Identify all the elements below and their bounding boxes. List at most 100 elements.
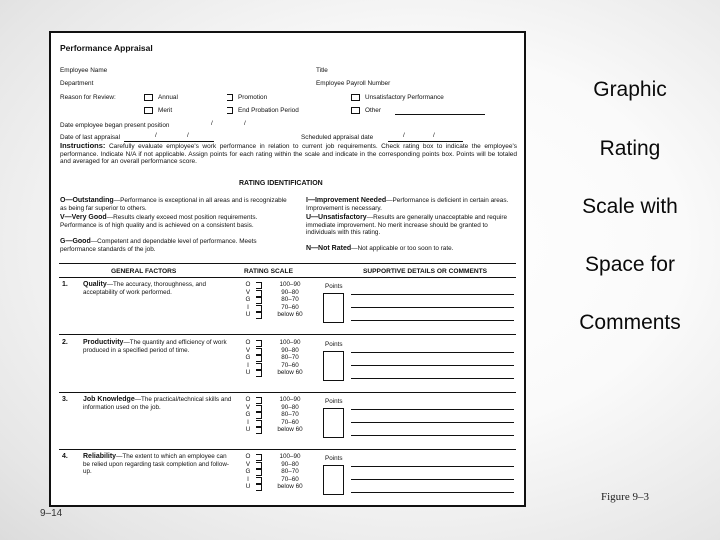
rating-desc: —Not applicable or too soon to rate.: [351, 245, 454, 252]
col-general-factors: GENERAL FACTORS: [111, 268, 177, 275]
checkbox-icon[interactable]: [144, 94, 153, 101]
rating-scale: O 100–90 V 90–80 G 80–70 I 70–60 Ubelow 60: [244, 339, 324, 378]
checkbox-icon[interactable]: [227, 94, 233, 101]
rating-option[interactable]: Ubelow 60: [244, 369, 324, 378]
reason-promotion[interactable]: Promotion: [227, 94, 267, 102]
comment-line[interactable]: [351, 294, 514, 295]
side-title-line: Space for: [585, 253, 675, 276]
rating-range: below 60: [277, 369, 303, 377]
rating-option[interactable]: G 80–70: [244, 468, 324, 477]
rating-scale: O 100–90 V 90–80 G 80–70 I 70–60 Ubelow 60: [244, 453, 324, 492]
reason-annual[interactable]: Annual: [144, 94, 178, 102]
other-input-line[interactable]: [395, 114, 485, 115]
reason-label: Other: [365, 107, 381, 115]
payroll-number-label: Employee Payroll Number: [316, 80, 391, 87]
rating-def-not-rated: N—Not Rated—Not applicable or too soon t…: [306, 245, 518, 253]
points-label: Points: [325, 283, 343, 290]
instructions-text: Carefully evaluate employee's work perfo…: [60, 143, 517, 166]
rating-option[interactable]: I 70–60: [244, 362, 324, 370]
rating-option[interactable]: I 70–60: [244, 476, 324, 484]
factor-name: Job Knowledge: [83, 396, 135, 403]
rating-option[interactable]: O 100–90: [244, 339, 324, 347]
rating-option[interactable]: G 80–70: [244, 354, 324, 363]
comment-line[interactable]: [351, 435, 514, 436]
rating-letter: V: [245, 403, 251, 411]
reason-unsatisfactory[interactable]: Unsatisfactory Performance: [351, 94, 444, 102]
points-input-box[interactable]: [323, 293, 344, 323]
rating-range: 100–90: [279, 281, 301, 288]
rating-option[interactable]: Ubelow 60: [244, 426, 324, 435]
reason-label: Unsatisfactory Performance: [365, 94, 444, 102]
rating-option[interactable]: V 90–80: [244, 347, 324, 355]
comment-line[interactable]: [351, 422, 514, 423]
points-input-box[interactable]: [323, 408, 344, 438]
factor-description: Job Knowledge—The practical/technical sk…: [83, 396, 233, 411]
rating-range: below 60: [277, 311, 303, 319]
factor-number: 2.: [62, 339, 68, 346]
rating-range: 100–90: [279, 396, 301, 403]
side-title-line: Rating: [599, 137, 661, 160]
rating-range: 80–70: [281, 296, 299, 304]
comment-line[interactable]: [351, 378, 514, 379]
divider: [59, 392, 516, 393]
instructions-label: Instructions:: [60, 141, 106, 150]
reason-label: End Probation Period: [238, 107, 299, 115]
checkbox-icon[interactable]: [144, 107, 153, 114]
rating-option[interactable]: Ubelow 60: [244, 483, 324, 492]
reason-end-probation[interactable]: End Probation Period: [227, 107, 299, 115]
rating-checkbox-icon[interactable]: [256, 370, 262, 378]
rating-option[interactable]: V 90–80: [244, 289, 324, 297]
rating-letter: O: [245, 453, 251, 460]
comment-line[interactable]: [351, 320, 514, 321]
rating-letter: I: [247, 418, 249, 426]
date-sep: /: [433, 132, 435, 139]
rating-option[interactable]: G 80–70: [244, 296, 324, 305]
rating-range: below 60: [277, 483, 303, 491]
rating-range: 80–70: [281, 468, 299, 476]
rating-option[interactable]: Ubelow 60: [244, 311, 324, 320]
checkbox-icon[interactable]: [351, 94, 360, 101]
rating-checkbox-icon[interactable]: [256, 484, 262, 492]
comment-line[interactable]: [351, 479, 514, 480]
comment-line[interactable]: [351, 466, 514, 467]
rating-option[interactable]: O 100–90: [244, 453, 324, 461]
rating-key: U—Unsatisfactory: [306, 214, 367, 221]
rating-option[interactable]: O 100–90: [244, 281, 324, 289]
checkbox-icon[interactable]: [351, 107, 360, 114]
comment-line[interactable]: [351, 492, 514, 493]
rating-range: 100–90: [279, 339, 301, 346]
rating-option[interactable]: I 70–60: [244, 419, 324, 427]
points-input-box[interactable]: [323, 351, 344, 381]
comment-line[interactable]: [351, 365, 514, 366]
comment-line[interactable]: [351, 352, 514, 353]
rating-letter: O: [245, 281, 251, 288]
rating-letter: V: [245, 346, 251, 354]
rating-letter: G: [245, 468, 251, 476]
rating-def-good: G—Good—Competent and dependable level of…: [60, 238, 292, 253]
rating-checkbox-icon[interactable]: [256, 312, 262, 320]
factor-description: Quality—The accuracy, thoroughness, and …: [83, 281, 233, 296]
reason-other[interactable]: Other: [351, 107, 381, 115]
rating-checkbox-icon[interactable]: [256, 427, 262, 435]
rating-range: 70–60: [281, 418, 299, 426]
rating-def-improvement: I—Improvement Needed—Performance is defi…: [306, 197, 518, 212]
rating-option[interactable]: V 90–80: [244, 461, 324, 469]
rating-key: V—Very Good: [60, 214, 107, 221]
reason-merit[interactable]: Merit: [144, 107, 172, 115]
form-title: Performance Appraisal: [60, 43, 153, 53]
rating-option[interactable]: I 70–60: [244, 304, 324, 312]
side-title-line: Graphic: [593, 78, 667, 101]
checkbox-icon[interactable]: [227, 107, 233, 114]
side-title-line: Scale with: [582, 195, 678, 218]
rating-option[interactable]: O 100–90: [244, 396, 324, 404]
page-number: 9–14: [40, 508, 63, 519]
department-label: Department: [60, 80, 94, 87]
points-input-box[interactable]: [323, 465, 344, 495]
instructions: Instructions: Carefully evaluate employe…: [60, 142, 517, 166]
date-sep: /: [155, 132, 157, 139]
rating-option[interactable]: G 80–70: [244, 411, 324, 420]
comment-line[interactable]: [351, 307, 514, 308]
comment-line[interactable]: [351, 409, 514, 410]
rating-option[interactable]: V 90–80: [244, 404, 324, 412]
rating-letter: U: [245, 483, 251, 491]
